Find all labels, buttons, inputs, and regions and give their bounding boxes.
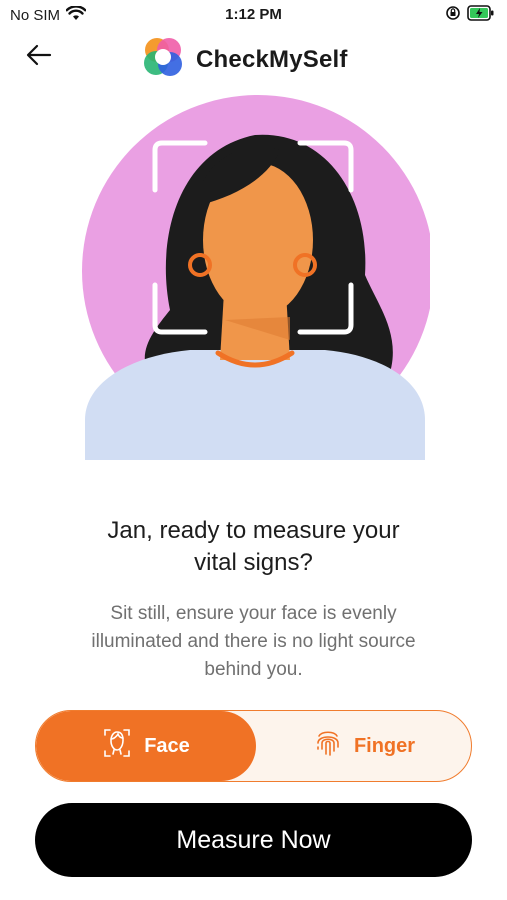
status-bar: No SIM 1:12 PM (0, 0, 507, 32)
prompt-title: Jan, ready to measure your vital signs? (0, 515, 507, 579)
app-header: CheckMySelf (0, 32, 507, 82)
orientation-lock-icon (445, 5, 461, 26)
brand: CheckMySelf (140, 34, 348, 85)
prompt-title-line2: vital signs? (194, 549, 313, 576)
face-mode-label: Face (144, 734, 190, 757)
battery-charging-icon (467, 5, 495, 26)
finger-mode-option[interactable]: Finger (256, 711, 471, 781)
prompt-subtitle: Sit still, ensure your face is evenly il… (40, 600, 467, 684)
status-right (445, 5, 495, 26)
arrow-left-icon (26, 44, 52, 71)
face-scan-icon (102, 727, 132, 765)
face-mode-option[interactable]: Face (36, 711, 256, 781)
hero-illustration (80, 95, 434, 465)
app-name: CheckMySelf (196, 45, 348, 73)
back-button[interactable] (22, 42, 56, 72)
fingerprint-icon (314, 727, 342, 765)
prompt-subtitle-line2: illuminated and there is no light source (91, 631, 416, 652)
measure-now-button[interactable]: Measure Now (35, 803, 472, 877)
prompt-subtitle-line3: behind you. (204, 659, 303, 680)
status-time: 1:12 PM (225, 6, 282, 23)
finger-mode-label: Finger (353, 734, 416, 757)
checkmyself-logo-icon (140, 34, 186, 85)
mode-toggle: Face Finger (35, 710, 472, 782)
prompt-title-line1: Jan, ready to measure your (107, 517, 400, 544)
prompt-subtitle-line1: Sit still, ensure your face is evenly (110, 603, 397, 624)
